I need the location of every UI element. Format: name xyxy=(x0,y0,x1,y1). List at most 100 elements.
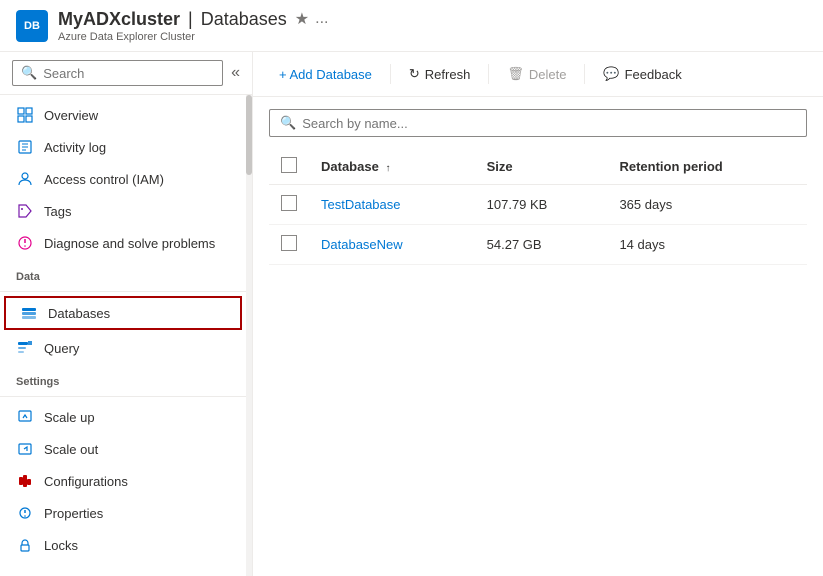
scale-out-label: Scale out xyxy=(44,442,98,457)
content-area: + Add Database ↻ Refresh 🗑 Delete 💬 Feed… xyxy=(253,52,823,576)
toolbar: + Add Database ↻ Refresh 🗑 Delete 💬 Feed… xyxy=(253,52,823,97)
header-page-title: Databases xyxy=(201,9,287,30)
refresh-button[interactable]: ↻ Refresh xyxy=(399,60,480,88)
section-label-data: Data xyxy=(0,259,246,287)
tags-label: Tags xyxy=(44,204,71,219)
sidebar-item-properties[interactable]: Properties xyxy=(0,497,246,529)
tags-icon xyxy=(16,202,34,220)
row-retention: 14 days xyxy=(607,225,807,265)
overview-icon xyxy=(16,106,34,124)
col-size: Size xyxy=(475,149,608,185)
properties-label: Properties xyxy=(44,506,103,521)
sort-arrow: ↑ xyxy=(385,163,390,174)
sidebar: 🔍 « Overview xyxy=(0,52,253,576)
sidebar-item-query[interactable]: Query xyxy=(0,332,246,364)
sidebar-item-iam[interactable]: Access control (IAM) xyxy=(0,163,246,195)
locks-label: Locks xyxy=(44,538,78,553)
col-retention: Retention period xyxy=(607,149,807,185)
overview-label: Overview xyxy=(44,108,98,123)
col-size-label: Size xyxy=(487,159,513,174)
header: DB MyADXcluster | Databases ★ ... Azure … xyxy=(0,0,823,52)
sidebar-item-tags[interactable]: Tags xyxy=(0,195,246,227)
col-database[interactable]: Database ↑ xyxy=(309,149,475,185)
toolbar-separator-2 xyxy=(488,64,489,84)
sidebar-item-scale-up[interactable]: Scale up xyxy=(0,401,246,433)
databases-label: Databases xyxy=(48,306,110,321)
row-checkbox[interactable] xyxy=(281,235,297,251)
content-body: 🔍 Database ↑ Size xyxy=(253,97,823,576)
row-size: 107.79 KB xyxy=(475,185,608,225)
row-retention: 365 days xyxy=(607,185,807,225)
toolbar-separator-1 xyxy=(390,64,391,84)
col-retention-label: Retention period xyxy=(619,159,722,174)
sidebar-item-configurations[interactable]: Configurations xyxy=(0,465,246,497)
feedback-button[interactable]: 💬 Feedback xyxy=(593,60,691,88)
row-db-name: TestDatabase xyxy=(309,185,475,225)
scale-up-icon xyxy=(16,408,34,426)
favorite-star[interactable]: ★ xyxy=(295,9,309,29)
refresh-label: Refresh xyxy=(425,67,471,82)
data-divider xyxy=(0,291,246,292)
header-subtitle: Azure Data Explorer Cluster xyxy=(58,31,328,43)
row-checkbox-cell xyxy=(269,225,309,265)
refresh-icon: ↻ xyxy=(409,66,420,82)
row-size: 54.27 GB xyxy=(475,225,608,265)
db-name-link[interactable]: TestDatabase xyxy=(321,197,401,212)
delete-label: Delete xyxy=(529,67,567,82)
db-search-icon: 🔍 xyxy=(280,115,296,131)
feedback-icon: 💬 xyxy=(603,66,619,82)
header-checkbox[interactable] xyxy=(281,157,297,173)
scale-up-label: Scale up xyxy=(44,410,95,425)
db-name-link[interactable]: DatabaseNew xyxy=(321,237,403,252)
sidebar-search-box[interactable]: 🔍 xyxy=(12,60,223,86)
sidebar-item-scale-out[interactable]: Scale out xyxy=(0,433,246,465)
db-search-bar[interactable]: 🔍 xyxy=(269,109,807,137)
iam-icon xyxy=(16,170,34,188)
properties-icon xyxy=(16,504,34,522)
diagnose-icon xyxy=(16,234,34,252)
diagnose-label: Diagnose and solve problems xyxy=(44,236,215,251)
query-icon xyxy=(16,339,34,357)
sidebar-search-input[interactable] xyxy=(43,66,214,81)
scale-out-icon xyxy=(16,440,34,458)
query-label: Query xyxy=(44,341,79,356)
header-title-group: MyADXcluster | Databases ★ ... Azure Dat… xyxy=(58,9,328,43)
sidebar-item-databases[interactable]: Databases xyxy=(4,296,242,330)
sidebar-nav: Overview Activity log Access control (IA… xyxy=(0,95,252,576)
locks-icon xyxy=(16,536,34,554)
header-icon: DB xyxy=(16,10,48,42)
add-database-button[interactable]: + Add Database xyxy=(269,61,382,88)
table-row: DatabaseNew 54.27 GB 14 days xyxy=(269,225,807,265)
row-checkbox[interactable] xyxy=(281,195,297,211)
header-cluster-name: MyADXcluster xyxy=(58,9,180,30)
sidebar-item-locks[interactable]: Locks xyxy=(0,529,246,561)
sidebar-search-icon: 🔍 xyxy=(21,65,37,81)
iam-label: Access control (IAM) xyxy=(44,172,164,187)
toolbar-separator-3 xyxy=(584,64,585,84)
row-db-name: DatabaseNew xyxy=(309,225,475,265)
activity-log-label: Activity log xyxy=(44,140,106,155)
col-checkbox xyxy=(269,149,309,185)
sidebar-collapse-btn[interactable]: « xyxy=(227,60,244,86)
activity-log-icon xyxy=(16,138,34,156)
delete-button[interactable]: 🗑 Delete xyxy=(497,60,576,88)
feedback-label: Feedback xyxy=(625,67,682,82)
configurations-label: Configurations xyxy=(44,474,128,489)
settings-divider xyxy=(0,396,246,397)
delete-icon: 🗑 xyxy=(507,66,524,82)
db-search-input[interactable] xyxy=(302,116,796,131)
more-options[interactable]: ... xyxy=(315,10,328,28)
header-icon-text: DB xyxy=(24,20,40,32)
col-database-label: Database xyxy=(321,159,379,174)
configurations-icon xyxy=(16,472,34,490)
sidebar-item-activity-log[interactable]: Activity log xyxy=(0,131,246,163)
table-header-row: Database ↑ Size Retention period xyxy=(269,149,807,185)
row-checkbox-cell xyxy=(269,185,309,225)
databases-icon xyxy=(20,304,38,322)
databases-table: Database ↑ Size Retention period xyxy=(269,149,807,265)
header-separator: | xyxy=(188,9,193,30)
sidebar-item-overview[interactable]: Overview xyxy=(0,99,246,131)
table-row: TestDatabase 107.79 KB 365 days xyxy=(269,185,807,225)
section-label-settings: Settings xyxy=(0,364,246,392)
sidebar-item-diagnose[interactable]: Diagnose and solve problems xyxy=(0,227,246,259)
